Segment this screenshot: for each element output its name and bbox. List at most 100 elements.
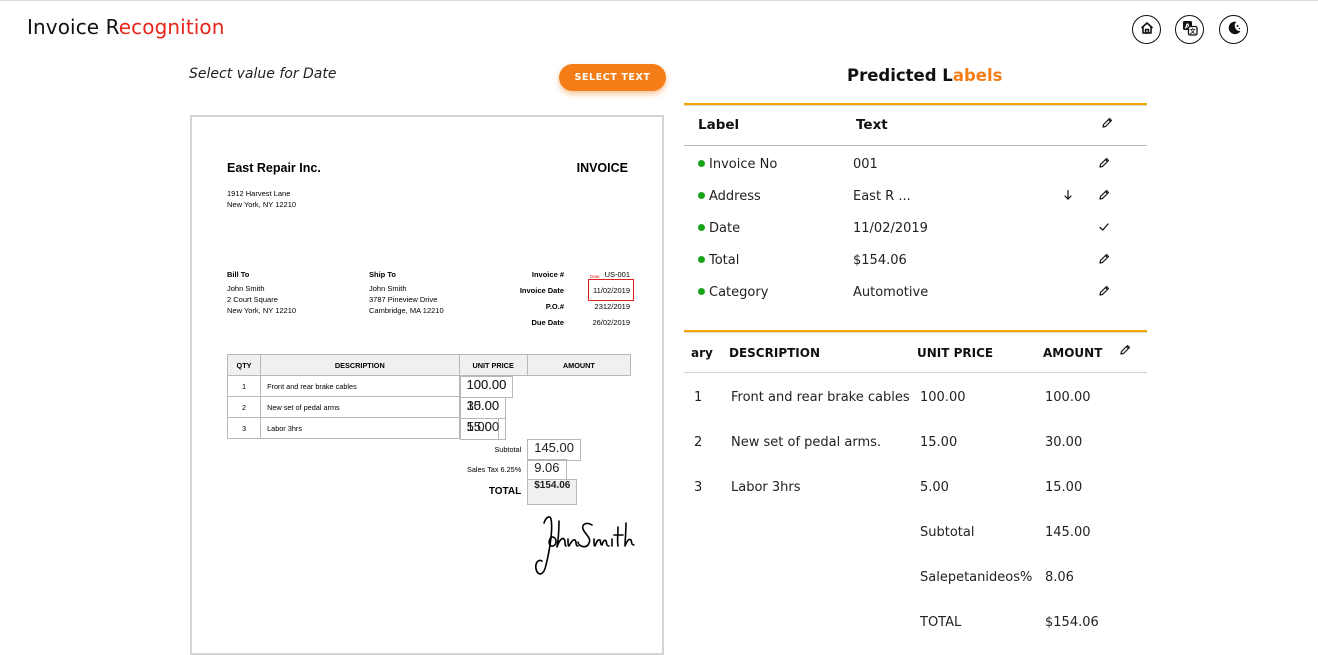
label-date: Date	[698, 221, 740, 236]
label-invoice-no: Invoice No	[698, 157, 777, 172]
subtotal-value[interactable]: 145.00	[527, 438, 581, 461]
status-dot	[698, 160, 705, 167]
items-qty-header: ary	[691, 346, 713, 360]
pencil-icon	[1120, 344, 1131, 355]
invoice-items-table: QTY DESCRIPTION UNIT PRICE AMOUNT 1 Fron…	[226, 354, 632, 505]
edit-all-labels-button[interactable]	[1101, 117, 1113, 129]
app-title: Invoice Recognition	[27, 15, 225, 39]
arrow-down-icon	[1064, 189, 1072, 200]
item-qty[interactable]: 2	[694, 435, 702, 450]
item-unit-price[interactable]: 5.00	[920, 480, 949, 495]
pencil-icon	[1099, 253, 1110, 264]
item-amount[interactable]: 100.00	[1045, 390, 1091, 405]
po-number-label[interactable]: P.O.#	[484, 302, 564, 311]
pencil-icon	[1099, 157, 1110, 168]
tax-row: Sales Tax 6.25% 9.06	[228, 459, 631, 481]
value-category[interactable]: Automotive	[853, 285, 928, 300]
qty-header[interactable]: QTY	[226, 354, 262, 376]
due-date-label[interactable]: Due Date	[484, 318, 564, 327]
home-icon	[1139, 20, 1155, 40]
tax-label[interactable]: Sales Tax 6.25%	[228, 459, 528, 479]
item-qty[interactable]: 1	[694, 390, 702, 405]
item-amount[interactable]: 15.00	[1045, 480, 1082, 495]
expand-address-button[interactable]	[1062, 189, 1074, 201]
item-qty[interactable]: 3	[694, 480, 702, 495]
unit-price-header[interactable]: UNIT PRICE	[458, 354, 528, 376]
amount-cell[interactable]: 30.00	[459, 396, 507, 419]
qty-cell[interactable]: 3	[226, 417, 262, 439]
due-date-value[interactable]: 26/02/2019	[570, 318, 630, 327]
invoice-date-label[interactable]: Invoice Date	[484, 286, 564, 295]
ship-to-address[interactable]: John Smith 3787 Pineview Drive Cambridge…	[369, 283, 444, 316]
description-cell[interactable]: Front and rear brake cables	[260, 375, 460, 397]
description-cell[interactable]: Labor 3hrs	[260, 417, 460, 439]
translate-button[interactable]: A文	[1175, 15, 1204, 44]
item-description[interactable]: Front and rear brake cables	[731, 390, 910, 405]
items-unit-price-header: UNIT PRICE	[917, 346, 994, 360]
tax-value[interactable]: 9.06	[527, 459, 567, 481]
po-number-value[interactable]: 2312/2019	[570, 302, 630, 311]
value-address[interactable]: East R ...	[853, 189, 911, 204]
company-address[interactable]: 1912 Harvest Lane New York, NY 12210	[227, 188, 296, 210]
item-unit-price[interactable]: 100.00	[920, 390, 966, 405]
item-description[interactable]: Labor 3hrs	[731, 480, 801, 495]
amount-cell[interactable]: 15.00	[459, 417, 507, 440]
confirm-date-button[interactable]	[1098, 221, 1110, 233]
text-column-header: Text	[856, 117, 888, 133]
edit-invoice-no-button[interactable]	[1098, 157, 1110, 169]
items-header-divider	[684, 372, 1147, 373]
table-row: 3 Labor 3hrs 5.00 15.00	[226, 417, 631, 440]
items-amount-header: AMOUNT	[1043, 346, 1103, 360]
description-header[interactable]: DESCRIPTION	[260, 354, 460, 376]
date-selection-tag: Date	[590, 274, 600, 279]
company-name[interactable]: East Repair Inc.	[227, 161, 321, 175]
summary-total-value[interactable]: $154.06	[1045, 615, 1099, 630]
edit-total-button[interactable]	[1098, 253, 1110, 265]
summary-tax-label[interactable]: Salepetanideos%	[920, 570, 1032, 585]
value-invoice-no[interactable]: 001	[853, 157, 878, 172]
summary-subtotal-label[interactable]: Subtotal	[920, 525, 974, 540]
status-dot	[698, 192, 705, 199]
ship-to-heading[interactable]: Ship To	[369, 270, 396, 279]
pencil-icon	[1099, 285, 1110, 296]
translate-icon: A文	[1182, 20, 1198, 40]
item-amount[interactable]: 30.00	[1045, 435, 1082, 450]
label-total: Total	[698, 253, 739, 268]
edit-address-button[interactable]	[1098, 189, 1110, 201]
item-description[interactable]: New set of pedal arms.	[731, 435, 881, 450]
total-value[interactable]: $154.06	[527, 479, 578, 505]
amount-header[interactable]: AMOUNT	[526, 354, 632, 376]
label-address: Address	[698, 189, 761, 204]
invoice-number-value[interactable]: US-001	[570, 270, 630, 279]
description-cell[interactable]: New set of pedal arms	[260, 396, 460, 418]
invoice-number-label[interactable]: Invoice #	[484, 270, 564, 279]
subtotal-label[interactable]: Subtotal	[228, 439, 528, 460]
qty-cell[interactable]: 2	[226, 396, 262, 418]
dark-mode-button[interactable]	[1219, 15, 1248, 44]
edit-items-button[interactable]	[1119, 344, 1131, 356]
table-row: 2 New set of pedal arms 15.00 30.00	[226, 396, 631, 419]
summary-tax-value[interactable]: 8.06	[1045, 570, 1074, 585]
item-unit-price[interactable]: 15.00	[920, 435, 957, 450]
home-button[interactable]	[1132, 15, 1161, 44]
pencil-icon	[1102, 117, 1113, 128]
edit-category-button[interactable]	[1098, 285, 1110, 297]
bill-to-address[interactable]: John Smith 2 Court Square New York, NY 1…	[227, 283, 296, 316]
qty-cell[interactable]: 1	[226, 375, 262, 397]
summary-subtotal-value[interactable]: 145.00	[1045, 525, 1091, 540]
signature	[526, 509, 636, 584]
value-date[interactable]: 11/02/2019	[853, 221, 928, 236]
items-description-header: DESCRIPTION	[729, 346, 821, 360]
date-selection-box[interactable]	[588, 279, 634, 301]
dark-mode-icon	[1226, 20, 1242, 40]
total-label[interactable]: TOTAL	[228, 479, 528, 503]
invoice-document[interactable]: East Repair Inc. INVOICE 1912 Harvest La…	[190, 115, 664, 655]
select-text-button[interactable]: SELECT TEXT	[559, 64, 666, 91]
value-total[interactable]: $154.06	[853, 253, 907, 268]
amount-cell[interactable]: 100.00	[459, 376, 514, 398]
labels-top-divider-shadow	[684, 105, 1147, 106]
bill-to-heading[interactable]: Bill To	[227, 270, 249, 279]
invoice-heading[interactable]: INVOICE	[577, 161, 628, 175]
summary-total-label[interactable]: TOTAL	[920, 615, 961, 630]
pencil-icon	[1099, 189, 1110, 200]
